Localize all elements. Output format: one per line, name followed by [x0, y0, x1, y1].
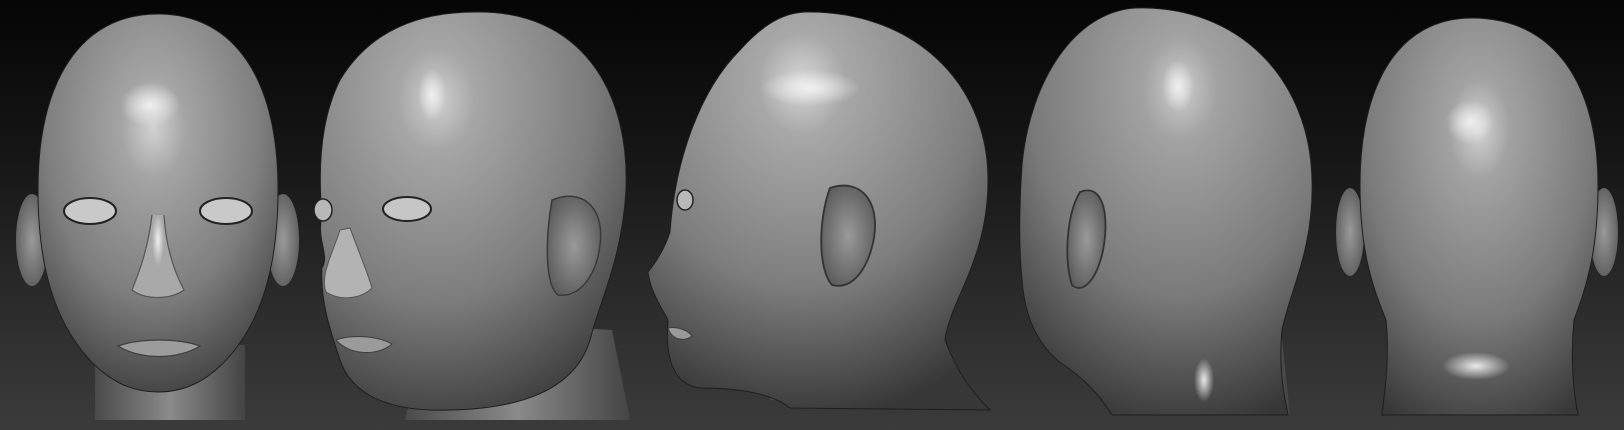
- near-eye: [382, 196, 432, 222]
- crown-highlight: [760, 70, 860, 106]
- neck-highlight: [1442, 352, 1510, 380]
- head-front-view: [16, 13, 299, 420]
- forehead-highlight: [418, 69, 446, 121]
- crown-highlight: [1162, 60, 1194, 112]
- head-shape: [1019, 7, 1313, 416]
- forehead-highlight: [120, 83, 180, 127]
- sculpt-viewport[interactable]: [0, 0, 1624, 430]
- right-eye: [199, 197, 253, 225]
- left-eye: [63, 197, 117, 225]
- head-back-view: [1336, 17, 1618, 416]
- nose-highlight: [152, 214, 164, 266]
- head-three-quarter-view: [313, 11, 630, 420]
- turnaround-render: [16, 7, 1618, 420]
- crown-highlight: [1446, 100, 1494, 144]
- eye: [676, 189, 694, 211]
- head-profile-view: [647, 11, 992, 411]
- far-eye: [313, 198, 333, 222]
- neck-highlight: [1194, 358, 1214, 402]
- head-back-three-quarter-view: [1019, 7, 1313, 416]
